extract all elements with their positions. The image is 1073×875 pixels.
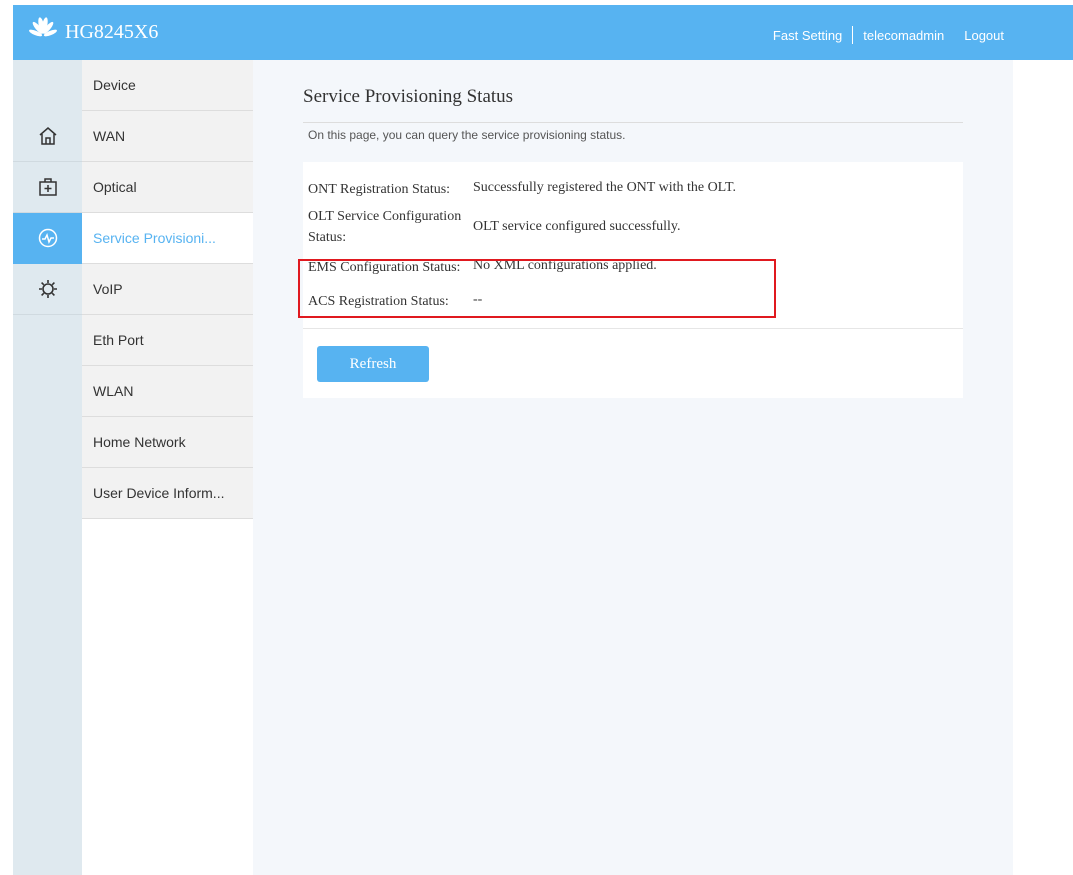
menu-item-wan[interactable]: WAN	[82, 111, 253, 162]
refresh-button[interactable]: Refresh	[317, 346, 429, 382]
side-menu: Device WAN Optical Service Provisioni...…	[82, 60, 253, 875]
panel-divider	[303, 328, 963, 329]
status-value: OLT service configured successfully.	[473, 219, 681, 234]
settings-category-button[interactable]	[13, 264, 82, 315]
menu-item-device[interactable]: Device	[82, 60, 253, 111]
advanced-category-button[interactable]	[13, 162, 82, 213]
page-title: Service Provisioning Status	[303, 86, 514, 107]
menu-item-wlan[interactable]: WLAN	[82, 366, 253, 417]
status-value: Successfully registered the ONT with the…	[473, 180, 736, 195]
status-label: OLT Service Configuration Status:	[308, 209, 462, 245]
top-bar: HG8245X6 Fast Setting telecomadmin Logou…	[13, 5, 1073, 60]
username-link[interactable]: telecomadmin	[863, 28, 944, 43]
huawei-logo	[29, 17, 57, 37]
gear-icon	[38, 280, 57, 298]
product-name: HG8245X6	[65, 21, 159, 43]
menu-item-optical[interactable]: Optical	[82, 162, 253, 213]
logout-link[interactable]: Logout	[964, 28, 1004, 43]
menu-item-voip[interactable]: VoIP	[82, 264, 253, 315]
main-content: Service Provisioning Status On this page…	[253, 60, 1013, 875]
page-description: On this page, you can query the service …	[308, 128, 626, 142]
menu-item-user-device-info[interactable]: User Device Inform...	[82, 468, 253, 519]
home-category-button[interactable]	[13, 111, 82, 162]
title-divider	[303, 122, 963, 123]
top-links: Fast Setting telecomadmin Logout	[773, 25, 1004, 45]
menu-item-home-network[interactable]: Home Network	[82, 417, 253, 468]
menu-item-eth-port[interactable]: Eth Port	[82, 315, 253, 366]
highlight-box	[298, 259, 776, 318]
link-divider	[852, 26, 854, 44]
home-icon	[39, 127, 56, 145]
category-icon-bar	[13, 60, 82, 875]
menu-item-service-provisioning[interactable]: Service Provisioni...	[82, 213, 253, 264]
menu-item-label: Service Provisioni...	[93, 230, 216, 246]
fast-setting-link[interactable]: Fast Setting	[773, 28, 842, 43]
status-label: ONT Registration Status:	[308, 182, 451, 197]
plus-box-icon	[38, 178, 57, 196]
status-category-button[interactable]	[13, 213, 82, 264]
status-pulse-icon	[38, 228, 57, 248]
